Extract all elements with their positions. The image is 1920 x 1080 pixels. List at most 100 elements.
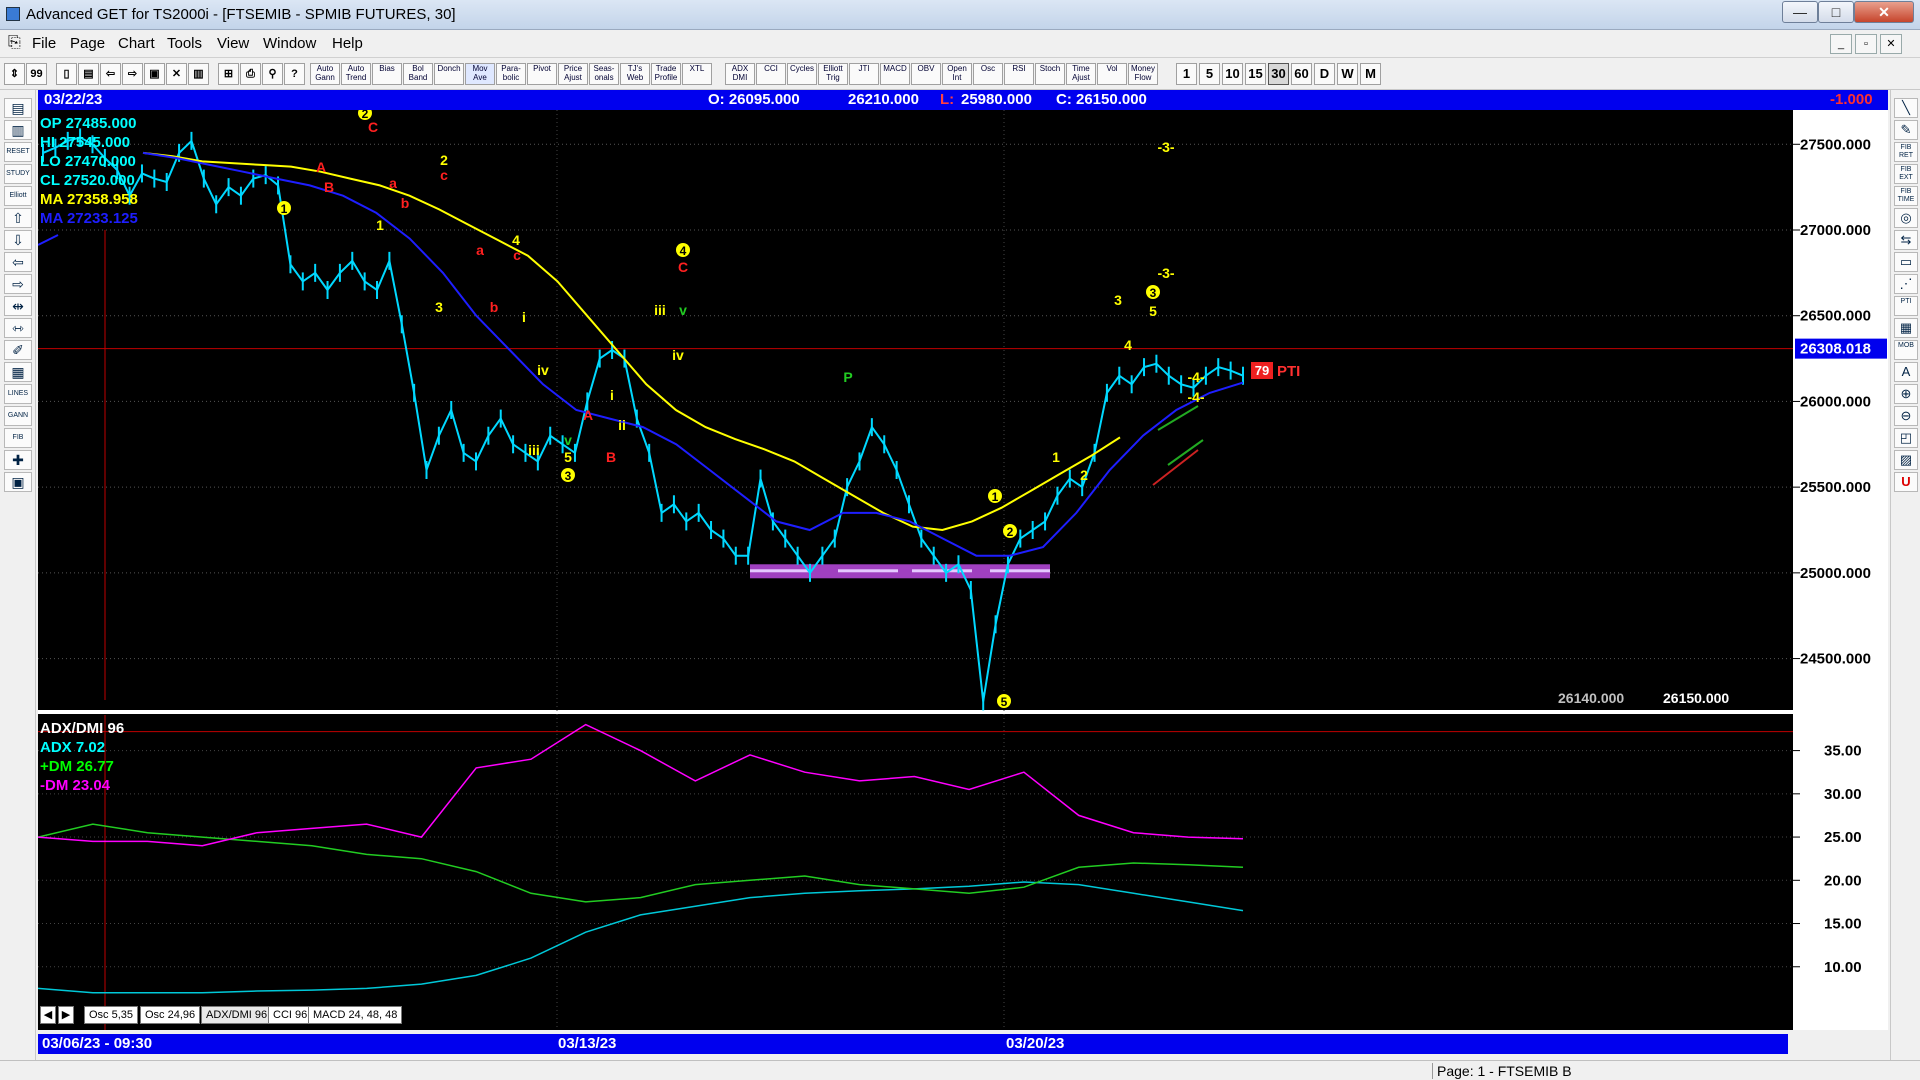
study-button-bias[interactable]: Bias xyxy=(372,63,402,85)
toolbar-tool-2[interactable]: ▯ xyxy=(56,63,77,85)
toolbar-tool-10[interactable]: ⎙ xyxy=(240,63,261,85)
left-tool-7[interactable]: ⇦ xyxy=(4,252,32,272)
study-button-time-ajust[interactable]: Time Ajust xyxy=(1066,63,1096,85)
timeframe-button-10[interactable]: 10 xyxy=(1222,63,1243,85)
menu-view[interactable]: View xyxy=(217,35,249,52)
left-tool-5[interactable]: ⇧ xyxy=(4,208,32,228)
toolbar-tool-3[interactable]: ▤ xyxy=(78,63,99,85)
left-tool-14[interactable]: GANN xyxy=(4,406,32,426)
right-tool-2[interactable]: FIB RET xyxy=(1894,142,1918,162)
right-tool-3[interactable]: FIB EXT xyxy=(1894,164,1918,184)
study-button-adx-dmi[interactable]: ADX DMI xyxy=(725,63,755,85)
study-button-price-ajust[interactable]: Price Ajust xyxy=(558,63,588,85)
timeframe-button-60[interactable]: 60 xyxy=(1291,63,1312,85)
study-button-trade-profile[interactable]: Trade Profile xyxy=(651,63,681,85)
study-button-xtl[interactable]: XTL xyxy=(682,63,712,85)
mdi-close-button[interactable]: ✕ xyxy=(1880,34,1902,54)
left-tool-1[interactable]: ▥ xyxy=(4,120,32,140)
menu-chart[interactable]: Chart xyxy=(118,35,155,52)
right-tool-8[interactable]: ⋰ xyxy=(1894,274,1918,294)
right-tool-12[interactable]: A xyxy=(1894,362,1918,382)
study-button-jti[interactable]: JTI xyxy=(849,63,879,85)
right-tool-9[interactable]: PTI xyxy=(1894,296,1918,316)
left-tool-6[interactable]: ⇩ xyxy=(4,230,32,250)
menu-help[interactable]: Help xyxy=(332,35,363,52)
study-button-cycles[interactable]: Cycles xyxy=(787,63,817,85)
right-tool-4[interactable]: FIB TIME xyxy=(1894,186,1918,206)
study-button-obv[interactable]: OBV xyxy=(911,63,941,85)
study-button-donch[interactable]: Donch xyxy=(434,63,464,85)
toolbar-tool-12[interactable]: ? xyxy=(284,63,305,85)
chart-area[interactable]: 27500.000 27000.000 26500.000 26000.000 2550… xyxy=(38,110,1888,1030)
left-tool-8[interactable]: ⇨ xyxy=(4,274,32,294)
tab-macd[interactable]: MACD 24, 48, 48 xyxy=(308,1006,403,1024)
right-tool-16[interactable]: ▨ xyxy=(1894,450,1918,470)
toolbar-tool-8[interactable]: ▥ xyxy=(188,63,209,85)
study-button-auto-trend[interactable]: Auto Trend xyxy=(341,63,371,85)
mdi-restore-button[interactable]: ▫ xyxy=(1855,34,1877,54)
timeframe-button-1[interactable]: 1 xyxy=(1176,63,1197,85)
right-tool-11[interactable]: MOB xyxy=(1894,340,1918,360)
right-tool-15[interactable]: ◰ xyxy=(1894,428,1918,448)
mdi-minimize-button[interactable]: _ xyxy=(1830,34,1852,54)
left-tool-0[interactable]: ▤ xyxy=(4,98,32,118)
study-button-osc[interactable]: Osc xyxy=(973,63,1003,85)
left-tool-3[interactable]: STUDY xyxy=(4,164,32,184)
left-tool-10[interactable]: ⇿ xyxy=(4,318,32,338)
left-tool-11[interactable]: ✐ xyxy=(4,340,32,360)
menu-tools[interactable]: Tools xyxy=(167,35,202,52)
left-tool-15[interactable]: FIB xyxy=(4,428,32,448)
toolbar-tool-5[interactable]: ⇨ xyxy=(122,63,143,85)
study-button-auto-gann[interactable]: Auto Gann xyxy=(310,63,340,85)
study-button-stoch[interactable]: Stoch xyxy=(1035,63,1065,85)
toolbar-tool-4[interactable]: ⇦ xyxy=(100,63,121,85)
study-button-vol[interactable]: Vol xyxy=(1097,63,1127,85)
toolbar-tool-6[interactable]: ▣ xyxy=(144,63,165,85)
timeframe-button-5[interactable]: 5 xyxy=(1199,63,1220,85)
timeframe-button-m[interactable]: M xyxy=(1360,63,1381,85)
left-tool-2[interactable]: RESET xyxy=(4,142,32,162)
study-button-bol-band[interactable]: Bol Band xyxy=(403,63,433,85)
timeframe-button-15[interactable]: 15 xyxy=(1245,63,1266,85)
tab-scroll-left[interactable]: ◀ xyxy=(40,1006,56,1024)
tab-cci[interactable]: CCI 96 xyxy=(268,1006,313,1024)
study-button-pivot[interactable]: Pivot xyxy=(527,63,557,85)
tab-osc-24-96[interactable]: Osc 24,96 xyxy=(140,1006,201,1024)
study-button-tj-s-web[interactable]: TJ's Web xyxy=(620,63,650,85)
right-tool-6[interactable]: ⇆ xyxy=(1894,230,1918,250)
study-button-open-int[interactable]: Open Int xyxy=(942,63,972,85)
left-tool-13[interactable]: LINES xyxy=(4,384,32,404)
study-button-para-bolic[interactable]: Para-bolic xyxy=(496,63,526,85)
toolbar-tool-11[interactable]: ⚲ xyxy=(262,63,283,85)
left-tool-9[interactable]: ⇹ xyxy=(4,296,32,316)
timeframe-button-d[interactable]: D xyxy=(1314,63,1335,85)
left-tool-4[interactable]: Elliott xyxy=(4,186,32,206)
right-tool-1[interactable]: ✎ xyxy=(1894,120,1918,140)
tab-scroll-right[interactable]: ▶ xyxy=(58,1006,74,1024)
tab-osc-5-35[interactable]: Osc 5,35 xyxy=(84,1006,139,1024)
right-tool-10[interactable]: ▦ xyxy=(1894,318,1918,338)
toolbar-tool-7[interactable]: ✕ xyxy=(166,63,187,85)
right-tool-14[interactable]: ⊖ xyxy=(1894,406,1918,426)
left-tool-16[interactable]: ✚ xyxy=(4,450,32,470)
toolbar-tool-1[interactable]: 99 xyxy=(26,63,47,85)
menu-page[interactable]: Page xyxy=(70,35,105,52)
right-tool-5[interactable]: ◎ xyxy=(1894,208,1918,228)
study-button-elliott-trig[interactable]: Elliott Trig xyxy=(818,63,848,85)
menu-window[interactable]: Window xyxy=(263,35,316,52)
study-button-money-flow[interactable]: Money Flow xyxy=(1128,63,1158,85)
left-tool-17[interactable]: ▣ xyxy=(4,472,32,492)
right-tool-0[interactable]: ╲ xyxy=(1894,98,1918,118)
menu-file[interactable]: File xyxy=(32,35,56,52)
study-button-cci[interactable]: CCI xyxy=(756,63,786,85)
tab-adx-dmi[interactable]: ADX/DMI 96 xyxy=(201,1006,273,1024)
right-tool-17[interactable]: U xyxy=(1894,472,1918,492)
right-tool-7[interactable]: ▭ xyxy=(1894,252,1918,272)
toolbar-tool-0[interactable]: ⇕ xyxy=(4,63,25,85)
timeframe-button-30[interactable]: 30 xyxy=(1268,63,1289,85)
study-button-seas-onals[interactable]: Seas-onals xyxy=(589,63,619,85)
minimize-button[interactable]: — xyxy=(1782,1,1818,23)
timeframe-button-w[interactable]: W xyxy=(1337,63,1358,85)
study-button-rsi[interactable]: RSI xyxy=(1004,63,1034,85)
close-button[interactable]: ✕ xyxy=(1854,1,1914,23)
